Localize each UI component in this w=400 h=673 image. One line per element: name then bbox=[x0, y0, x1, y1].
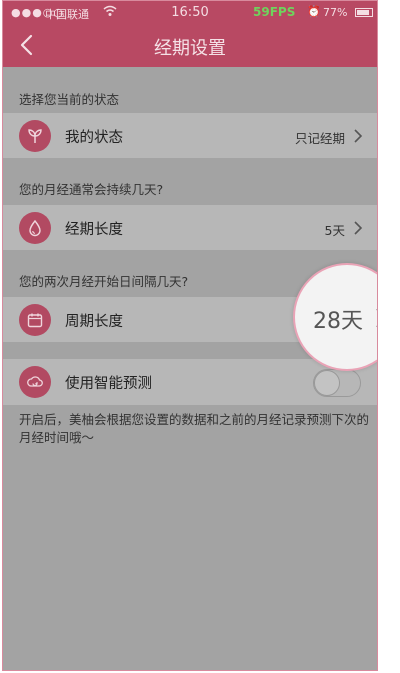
row-label: 周期长度 bbox=[65, 314, 123, 330]
chevron-right-icon bbox=[376, 309, 377, 327]
row-label: 使用智能预测 bbox=[65, 376, 152, 392]
status-bar: ●●●○○ 中国联通 16:50 59FPS ⏰ 77% bbox=[3, 1, 377, 23]
section-title-state: 选择您当前的状态 bbox=[19, 92, 120, 107]
chevron-right-icon bbox=[354, 221, 363, 235]
nav-bar: 经期设置 bbox=[3, 23, 377, 67]
section-title-cycle: 您的两次月经开始日间隔几天? bbox=[19, 274, 189, 289]
calendar-icon bbox=[19, 304, 51, 336]
row-smart-predict: 使用智能预测 bbox=[3, 359, 377, 405]
row-my-state[interactable]: 我的状态 只记经期 bbox=[3, 113, 377, 158]
top-bar: ●●●○○ 中国联通 16:50 59FPS ⏰ 77% 经期设置 bbox=[3, 1, 377, 67]
phone-screen: ●●●○○ 中国联通 16:50 59FPS ⏰ 77% 经期设置 选择您当前的… bbox=[2, 0, 378, 671]
page-title: 经期设置 bbox=[154, 38, 226, 59]
smart-predict-note: 开启后，美柚会根据您设置的数据和之前的月经记录预测下次的月经时间哦～ bbox=[19, 412, 370, 445]
row-period-length[interactable]: 经期长度 5天 bbox=[3, 205, 377, 250]
battery-icon bbox=[355, 8, 373, 17]
cycle-length-value: 28天 bbox=[313, 309, 363, 334]
alarm-icon: ⏰ bbox=[307, 5, 321, 18]
row-value: 只记经期 bbox=[294, 131, 345, 146]
battery-percent: 77% bbox=[323, 6, 348, 19]
smart-predict-toggle[interactable] bbox=[313, 369, 361, 397]
fps-counter: 59FPS bbox=[253, 5, 296, 19]
drop-icon bbox=[19, 212, 51, 244]
magnifier-callout[interactable]: 28天 bbox=[293, 263, 377, 371]
sprout-icon bbox=[19, 120, 51, 152]
row-value: 5天 bbox=[324, 223, 345, 238]
cloud-refresh-icon bbox=[19, 366, 51, 398]
chevron-right-icon bbox=[354, 129, 363, 143]
row-label: 经期长度 bbox=[65, 222, 123, 238]
toggle-knob bbox=[314, 370, 340, 396]
row-label: 我的状态 bbox=[65, 130, 123, 146]
section-title-period: 您的月经通常会持续几天? bbox=[19, 182, 164, 197]
